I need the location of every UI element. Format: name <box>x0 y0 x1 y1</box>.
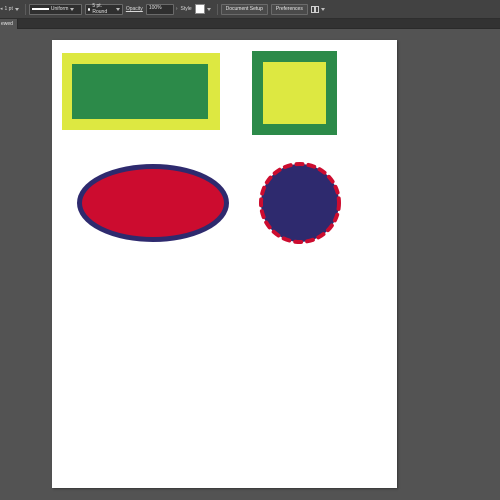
variable-width-profile-label: Uniform <box>50 6 69 12</box>
style-chevron-down-icon[interactable] <box>206 7 211 11</box>
divider <box>216 3 218 15</box>
document-tab-label: ewed <box>1 21 13 27</box>
document-tab[interactable]: ewed <box>0 19 18 29</box>
control-bar: ◂ 1 pt Uniform 5 pt. Round Opacity 100% … <box>0 0 500 19</box>
stroke-weight-chevron-down-icon <box>14 7 19 11</box>
brush-chevron-down-icon <box>115 7 120 11</box>
arrange-documents-icon <box>310 5 319 13</box>
preferences-button[interactable]: Preferences <box>270 3 308 15</box>
arrange-chevron-down-icon <box>320 7 325 11</box>
artwork-canvas <box>62 51 341 244</box>
arrange-documents-button[interactable] <box>310 4 325 15</box>
round-brush-icon <box>87 7 91 11</box>
stroke-weight-arrow-icon: ◂ <box>0 6 3 12</box>
stroke-weight-field[interactable]: ◂ 1 pt <box>0 4 19 15</box>
opacity-input[interactable]: 100% <box>145 3 174 15</box>
divider <box>24 3 26 15</box>
profile-chevron-down-icon <box>70 7 75 11</box>
stroke-weight-value: 1 pt <box>4 6 13 12</box>
graphic-style-swatch[interactable] <box>194 4 205 14</box>
artboard[interactable] <box>52 40 397 488</box>
style-control: Style <box>180 4 211 15</box>
document-tab-bar: ewed <box>0 19 500 29</box>
brush-definition-dropdown[interactable]: 5 pt. Round <box>84 3 123 15</box>
variable-width-profile-dropdown[interactable]: Uniform <box>28 3 82 15</box>
opacity-control: Opacity 100% › <box>126 3 178 15</box>
opacity-label[interactable]: Opacity <box>126 6 143 12</box>
navy-circle[interactable] <box>259 162 341 244</box>
opacity-arrow-icon[interactable]: › <box>176 6 178 12</box>
uniform-stroke-icon <box>31 8 49 10</box>
document-setup-button[interactable]: Document Setup <box>220 3 268 15</box>
red-ellipse[interactable] <box>77 164 229 242</box>
brush-definition-label: 5 pt. Round <box>92 3 108 15</box>
green-rectangle[interactable] <box>72 64 208 119</box>
yellow-square[interactable] <box>263 62 326 124</box>
style-label: Style <box>180 6 192 12</box>
